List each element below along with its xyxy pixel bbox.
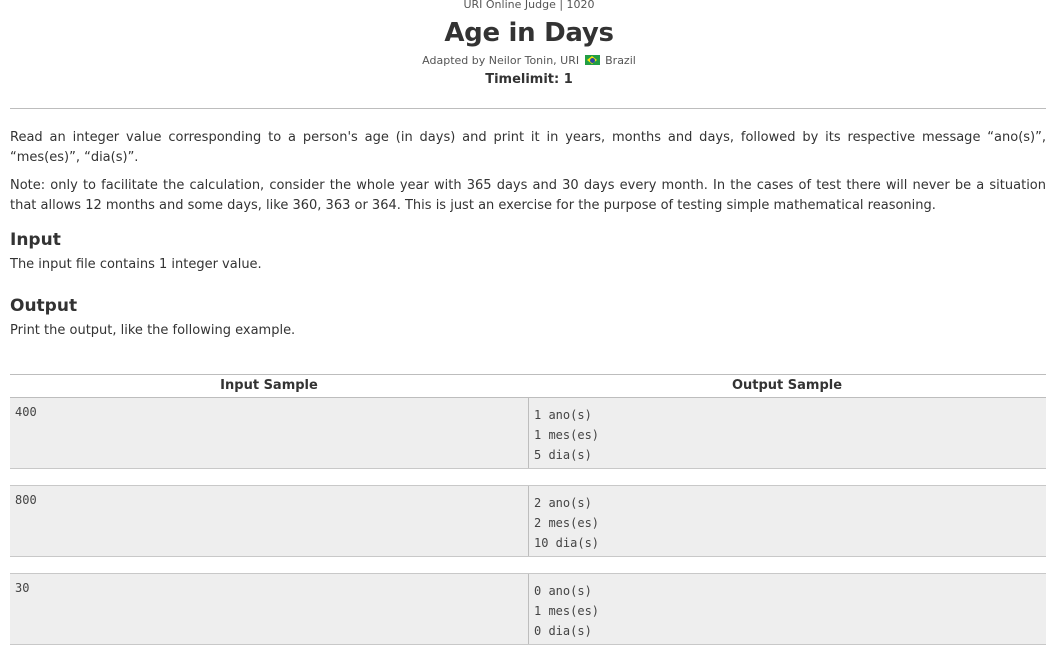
sample-output: 2 ano(s) 2 mes(es) 10 dia(s)	[528, 486, 1046, 556]
brazil-flag-icon	[584, 55, 600, 65]
sample-input: 400	[15, 405, 37, 419]
input-text: The input file contains 1 integer value.	[10, 257, 262, 272]
sample-output-line: 1 ano(s)	[534, 408, 592, 422]
sample-output-line: 10 dia(s)	[534, 536, 600, 550]
samples-header-row: Input Sample Output Sample	[10, 374, 1046, 398]
sample-row: 400 1 ano(s) 1 mes(es) 5 dia(s)	[10, 398, 1046, 469]
output-heading: Output	[10, 296, 78, 316]
input-sample-header: Input Sample	[220, 378, 318, 393]
output-text: Print the output, like the following exa…	[10, 323, 296, 338]
description-paragraph-1: Read an integer value corresponding to a…	[10, 130, 1046, 165]
judge-line: URI Online Judge | 1020	[463, 0, 595, 11]
country-name: Brazil	[605, 54, 636, 67]
input-heading: Input	[10, 230, 61, 250]
sample-output: 1 ano(s) 1 mes(es) 5 dia(s)	[528, 398, 1046, 468]
samples-table: Input Sample Output Sample 400 1 ano(s) …	[10, 374, 1046, 645]
problem-content: Read an integer value corresponding to a…	[10, 128, 1046, 340]
sample-output: 0 ano(s) 1 mes(es) 0 dia(s)	[528, 574, 1046, 644]
sample-row: 30 0 ano(s) 1 mes(es) 0 dia(s)	[10, 573, 1046, 645]
sample-output-line: 2 ano(s)	[534, 496, 592, 510]
sample-output-line: 5 dia(s)	[534, 448, 592, 462]
sample-output-line: 0 ano(s)	[534, 584, 592, 598]
page-title: Age in Days	[444, 18, 614, 48]
sample-output-line: 2 mes(es)	[534, 516, 600, 530]
timelimit: Timelimit: 1	[485, 72, 573, 87]
description-paragraph-2: Note: only to facilitate the calculation…	[10, 178, 1046, 213]
sample-row: 800 2 ano(s) 2 mes(es) 10 dia(s)	[10, 485, 1046, 557]
author-line: Adapted by Neilor Tonin, URI Brazil	[0, 54, 1058, 68]
sample-output-line: 1 mes(es)	[534, 428, 600, 442]
output-sample-header: Output Sample	[731, 378, 843, 393]
sample-input: 30	[15, 581, 30, 595]
sample-input: 800	[15, 493, 37, 507]
adapted-by-text: Adapted by Neilor Tonin, URI	[422, 54, 580, 67]
sample-output-line: 0 dia(s)	[534, 624, 592, 638]
sample-output-line: 1 mes(es)	[534, 604, 600, 618]
header-divider	[10, 108, 1046, 109]
problem-header: URI Online Judge | 1020 Age in Days Adap…	[0, 0, 1058, 108]
